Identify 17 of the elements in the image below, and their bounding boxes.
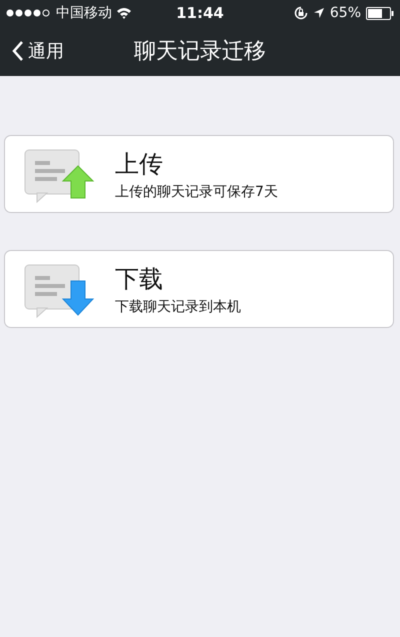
option-card[interactable]: 上传 上传的聊天记录可保存7天	[4, 135, 394, 213]
page-title: 聊天记录迁移	[134, 39, 266, 64]
carrier-name: 中国移动	[56, 4, 112, 22]
option-description: 上传的聊天记录可保存7天	[115, 182, 278, 200]
option-title: 下载	[115, 264, 164, 294]
battery-icon	[366, 6, 394, 20]
option-card[interactable]: 下载 下载聊天记录到本机	[4, 250, 394, 328]
location-icon	[312, 7, 325, 19]
status-time: 11:44	[176, 4, 224, 22]
back-chevron-icon	[12, 40, 24, 62]
signal-icon	[6, 9, 52, 17]
rotation-lock-icon	[294, 6, 308, 20]
back-button[interactable]: 通用	[0, 38, 70, 64]
wifi-icon	[116, 7, 132, 19]
option-title: 上传	[115, 148, 164, 180]
battery-percentage: 65%	[330, 5, 361, 21]
option-description: 下载聊天记录到本机	[115, 298, 241, 316]
